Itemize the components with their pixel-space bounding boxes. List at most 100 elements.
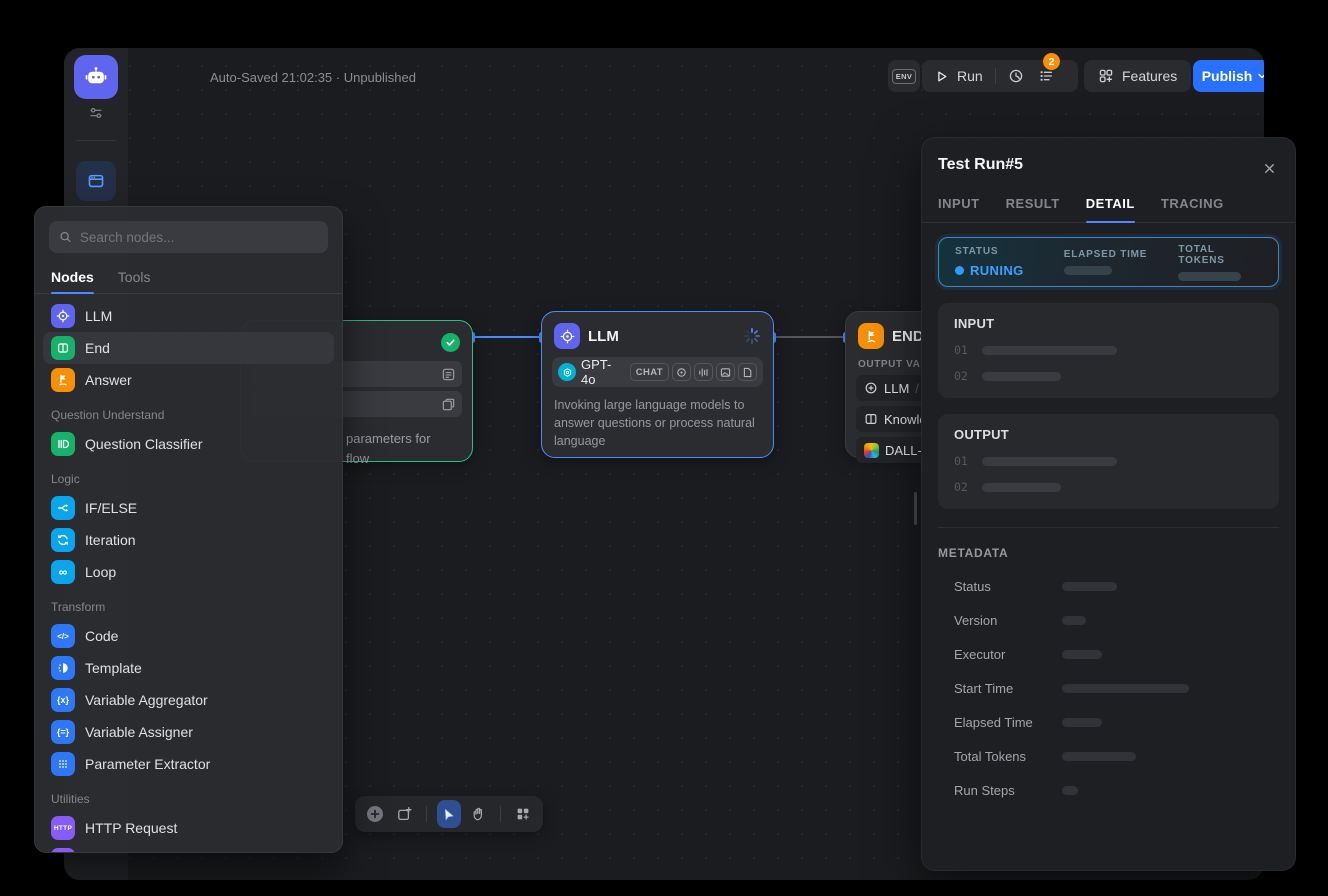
skeleton-bar: [1062, 718, 1102, 727]
model-selector[interactable]: GPT-4o CHAT: [552, 357, 763, 387]
group-title: Transform: [43, 588, 334, 620]
checklist-count-badge: 2: [1043, 53, 1060, 70]
audio-capability-icon: [694, 363, 713, 381]
run-button[interactable]: Run: [957, 68, 983, 84]
line-number: 02: [954, 369, 968, 383]
book-icon: [864, 412, 878, 426]
openai-model-icon: [558, 363, 576, 381]
run-button-group: Run 2: [922, 60, 1078, 92]
skeleton-bar: [982, 483, 1061, 492]
preferences-sliders-icon[interactable]: [88, 105, 104, 121]
metadata-row: Elapsed Time: [938, 715, 1279, 730]
dalle-icon: [864, 443, 879, 458]
workflow-panel-button[interactable]: [76, 161, 116, 201]
node-item-list-operator[interactable]: List Operator: [43, 844, 334, 853]
toolbar-divider: [995, 68, 996, 84]
answer-icon: [51, 368, 75, 392]
question-classifier-icon: [51, 432, 75, 456]
play-icon: [934, 69, 949, 84]
node-item-code[interactable]: </> Code: [43, 620, 334, 652]
pointer-tool-button[interactable]: [437, 800, 461, 828]
app-logo[interactable]: [74, 55, 118, 99]
tab-input[interactable]: INPUT: [938, 188, 980, 222]
tab-nodes[interactable]: Nodes: [51, 263, 94, 293]
checklist-icon[interactable]: [1038, 68, 1054, 84]
iteration-icon: [51, 528, 75, 552]
skeleton-bar: [982, 457, 1117, 466]
document-capability-icon: [738, 363, 757, 381]
organize-nodes-button[interactable]: [511, 800, 535, 828]
edge-start-llm: [473, 336, 541, 338]
search-input[interactable]: [80, 230, 318, 245]
metadata-row: Executor: [938, 647, 1279, 662]
skeleton-bar: [1064, 266, 1112, 275]
metadata-row: Start Time: [938, 681, 1279, 696]
skeleton-bar: [1062, 752, 1136, 761]
output-card: OUTPUT 01 02: [938, 414, 1279, 509]
llm-node[interactable]: LLM GPT-4o CHAT: [541, 311, 774, 458]
search-icon: [59, 230, 72, 244]
metadata-row: Total Tokens: [938, 749, 1279, 764]
tab-result[interactable]: RESULT: [1006, 188, 1060, 222]
llm-node-title: LLM: [588, 328, 619, 345]
rail-divider: [76, 140, 116, 141]
node-item-variable-aggregator[interactable]: {x} Variable Aggregator: [43, 684, 334, 716]
node-list: LLM End Answer Question Understand Quest…: [35, 294, 342, 853]
node-item-http-request[interactable]: HTTP HTTP Request: [43, 812, 334, 844]
node-item-llm[interactable]: LLM: [43, 300, 334, 332]
close-icon: [1263, 162, 1276, 175]
node-item-variable-assigner[interactable]: {=} Variable Assigner: [43, 716, 334, 748]
hand-tool-button[interactable]: [467, 800, 491, 828]
add-note-button[interactable]: [393, 800, 417, 828]
vision-capability-icon: [672, 363, 691, 381]
variable-name: LLM: [884, 381, 909, 396]
divider: [938, 527, 1279, 528]
code-icon: </>: [51, 624, 75, 648]
autosave-status: Auto-Saved 21:02:35 · Unpublished: [210, 70, 416, 85]
node-item-end[interactable]: End: [43, 332, 334, 364]
node-item-template[interactable]: Template: [43, 652, 334, 684]
tab-tools[interactable]: Tools: [118, 263, 151, 293]
features-icon: [1098, 68, 1114, 84]
search-box[interactable]: [49, 221, 328, 253]
status-value: RUNING: [970, 263, 1024, 278]
status-card: STATUS RUNING ELAPSED TIME TOTAL TOKENS: [938, 237, 1279, 287]
line-number: 01: [954, 454, 968, 468]
image-capability-icon: [716, 363, 735, 381]
add-node-button[interactable]: [363, 800, 387, 828]
skeleton-bar: [1062, 650, 1102, 659]
group-title: Logic: [43, 460, 334, 492]
env-variables-button[interactable]: ENV: [888, 60, 920, 92]
tab-tracing[interactable]: TRACING: [1161, 188, 1224, 222]
loading-spinner-icon: [743, 327, 761, 345]
copy-icon: [441, 397, 456, 412]
skeleton-bar: [1062, 616, 1086, 625]
node-item-parameter-extractor[interactable]: Parameter Extractor: [43, 748, 334, 780]
publish-button[interactable]: Publish: [1193, 60, 1264, 92]
running-dot: [955, 266, 964, 275]
test-run-title: Test Run#5: [938, 156, 1279, 174]
node-item-question-classifier[interactable]: Question Classifier: [43, 428, 334, 460]
canvas-scrollbar[interactable]: [914, 492, 917, 525]
node-item-answer[interactable]: Answer: [43, 364, 334, 396]
metadata-row: Version: [938, 613, 1279, 628]
node-search-panel: Nodes Tools LLM End Answer Question Unde…: [34, 206, 343, 853]
close-button[interactable]: [1257, 156, 1281, 180]
tab-detail[interactable]: DETAIL: [1086, 188, 1135, 222]
paragraph-icon: [441, 367, 456, 382]
variable-assigner-icon: {=}: [51, 720, 75, 744]
parameter-extractor-icon: [51, 752, 75, 776]
node-item-loop[interactable]: ∞ Loop: [43, 556, 334, 588]
metadata-row: Run Steps: [938, 783, 1279, 798]
window-icon: [87, 172, 105, 190]
toolbar-divider: [426, 806, 427, 822]
skeleton-bar: [1062, 786, 1078, 795]
run-history-icon[interactable]: [1008, 68, 1024, 84]
node-item-iteration[interactable]: Iteration: [43, 524, 334, 556]
features-button[interactable]: Features: [1084, 60, 1191, 92]
group-title: Utilities: [43, 780, 334, 812]
test-run-tabs: INPUT RESULT DETAIL TRACING: [922, 188, 1295, 223]
chevron-down-icon: [1256, 70, 1264, 82]
http-request-icon: HTTP: [51, 816, 75, 840]
node-item-ifelse[interactable]: IF/ELSE: [43, 492, 334, 524]
